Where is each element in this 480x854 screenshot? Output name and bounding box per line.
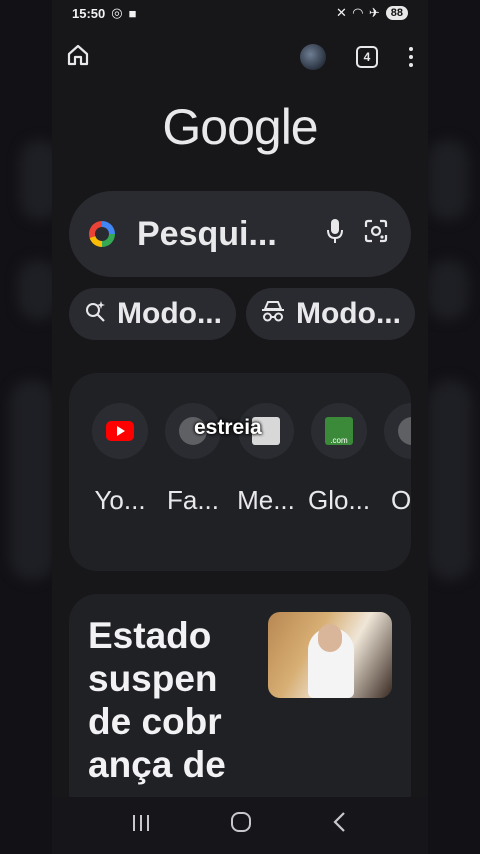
news-card[interactable]: Estado suspen de cobr ança de — [69, 594, 411, 804]
status-bar: 15:50 ◎ ■ ✕ ◠ ✈ 88 — [0, 0, 480, 26]
search-placeholder[interactable]: Pesqui... — [137, 215, 307, 254]
home-nav-icon[interactable] — [229, 810, 253, 841]
back-icon[interactable] — [330, 810, 350, 841]
globo-icon: .com — [325, 417, 353, 445]
shortcuts-card: Yo... Fa... Me... .com Glo... O — [69, 373, 411, 571]
system-nav-bar — [52, 797, 428, 854]
video-caption: estreia — [194, 416, 262, 439]
background-right — [428, 0, 480, 854]
airplane-icon: ✈ — [368, 5, 380, 20]
news-title: Estado suspen de cobr ança de — [88, 615, 226, 785]
background-left — [0, 0, 60, 854]
shortcut-o[interactable]: O — [381, 403, 411, 516]
google-logo: Google — [162, 99, 318, 155]
camera-icon: ■ — [128, 5, 137, 21]
incognito-icon — [260, 299, 286, 329]
tab-switcher-button[interactable]: 4 — [356, 46, 378, 68]
chip-label: Modo... — [117, 297, 222, 330]
whatsapp-icon: ◎ — [111, 5, 123, 20]
google-g-icon — [89, 221, 115, 247]
google-lens-icon[interactable] — [363, 218, 389, 250]
recent-apps-icon[interactable] — [130, 810, 152, 841]
news-thumbnail — [268, 612, 392, 698]
youtube-icon — [106, 421, 134, 441]
mute-icon: ✕ — [335, 5, 347, 20]
status-time: 15:50 — [72, 5, 106, 21]
search-box[interactable]: Pesqui... — [69, 191, 411, 277]
home-icon[interactable] — [66, 43, 90, 72]
profile-avatar[interactable] — [300, 44, 326, 70]
more-options-icon[interactable] — [408, 47, 414, 67]
mode-chips: Modo... Modo... — [69, 288, 415, 340]
chip-label: Modo... — [295, 297, 401, 330]
shortcut-label: O — [391, 485, 411, 515]
ai-mode-icon — [83, 299, 107, 329]
shortcut-globo[interactable]: .com Glo... — [308, 403, 370, 516]
incognito-mode-chip[interactable]: Modo... — [245, 288, 415, 340]
site-icon — [398, 417, 411, 445]
browser-toolbar: 4 — [52, 38, 428, 76]
battery-level: 88 — [385, 6, 408, 20]
shortcut-label: Yo... — [94, 485, 146, 515]
wifi-icon: ◠ — [352, 5, 363, 20]
shortcut-label: Glo... — [308, 485, 371, 515]
ai-mode-chip[interactable]: Modo... — [69, 288, 236, 340]
shortcut-label: Fa... — [166, 485, 219, 515]
shortcut-youtube[interactable]: Yo... — [89, 403, 151, 516]
microphone-icon[interactable] — [325, 218, 345, 250]
shortcut-label: Me... — [237, 485, 295, 515]
